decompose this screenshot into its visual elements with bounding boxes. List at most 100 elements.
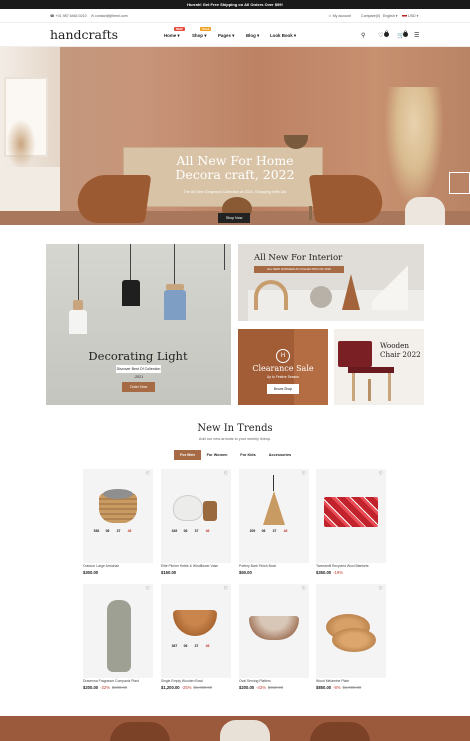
product-image[interactable]: ♡ — [316, 584, 386, 678]
product-card[interactable]: ♡ Wood Melamine Plate $850.00 -8% $1,000.0… — [316, 584, 386, 699]
product-image[interactable]: ♡ — [83, 584, 153, 678]
blanket-image — [324, 497, 378, 527]
sphere-decor-image — [310, 286, 332, 308]
nav-look-book[interactable]: Look Book ▾ — [270, 33, 296, 39]
pampas-image — [384, 87, 444, 207]
sale-badge: SALE — [200, 27, 212, 31]
marble-decor-image — [372, 264, 408, 310]
vase-image — [107, 600, 131, 672]
countdown: 209 06 37 46 — [249, 529, 288, 533]
hero-subtitle: The All New Gorgeous Collection of 2021,… — [183, 190, 287, 194]
handcrafts-logo-mark: H — [276, 349, 290, 363]
product-card[interactable]: ♡ 349 06 37 46 Elite Pitcher Kettle & Windf… — [161, 469, 231, 584]
product-price: $200.00 -43% $350.00 — [239, 685, 284, 690]
product-card[interactable]: ♡ 367 06 37 46 Single Empty Wooden Bowl $1,… — [161, 584, 231, 699]
announcement-text: Hurrah! Get Free Shipping on All Orders … — [187, 2, 283, 7]
trends-subtitle: Add our new arrivals to your weekly line… — [198, 437, 272, 441]
product-image[interactable]: ♡ — [239, 584, 309, 678]
countdown: 367 06 37 46 — [171, 644, 210, 648]
product-name[interactable]: Dravenna Fragrance Compacts Plant — [83, 679, 139, 683]
brows-shop-button[interactable]: Brows Shop — [267, 384, 299, 394]
product-name[interactable]: Tweedmill Recycled Wool Blankets — [316, 564, 369, 568]
nav-pages[interactable]: Pages ▾ — [218, 33, 234, 39]
product-image[interactable]: ♡ 209 06 37 46 — [239, 469, 309, 563]
bottom-banner — [0, 716, 470, 741]
lighting-subtitle: Discover Best Of Collection -2021 — [116, 365, 161, 379]
product-price: $850.00 -8% $1,000.00 — [316, 685, 362, 690]
site-logo[interactable]: handcrafts — [50, 27, 118, 42]
arch-decor-image — [254, 280, 288, 310]
email-link[interactable]: ✉ contact@jthemi.com — [91, 14, 128, 18]
menu-icon[interactable]: ☰ — [414, 32, 419, 39]
nav-shop[interactable]: Shop ▾ SALE — [192, 27, 212, 39]
product-image[interactable]: ♡ 349 06 37 46 — [161, 469, 231, 563]
tab-for-kids[interactable]: For Kids — [236, 450, 260, 460]
interior-banner[interactable]: All New For Interior ALL NEW GORGEOUS CO… — [238, 244, 424, 321]
announcement-bar: Hurrah! Get Free Shipping on All Orders … — [0, 0, 470, 9]
floor-vase-image — [405, 197, 445, 225]
wooden-bowl-image — [173, 610, 217, 636]
flag-icon — [402, 14, 407, 18]
product-image[interactable]: ♡ 367 06 37 46 — [161, 584, 231, 678]
clearance-subtitle: Up to Festive Season — [266, 375, 300, 379]
clearance-title: Clearance Sale — [252, 364, 314, 373]
shop-now-button[interactable]: Shop Now — [218, 213, 250, 223]
wishlist-count: 0 — [384, 31, 389, 37]
product-name[interactable]: Wood Melamine Plate — [316, 679, 349, 683]
product-card[interactable]: ♡ 536 06 37 46 Outdoor Large Armchair $300.… — [83, 469, 153, 584]
tab-accessories[interactable]: Accessories — [265, 450, 295, 460]
tab-for-men[interactable]: For Men — [174, 450, 201, 460]
heart-icon[interactable]: ♡ — [224, 586, 228, 592]
tab-for-women[interactable]: For Women — [204, 450, 230, 460]
account-link[interactable]: ☺ My account — [328, 14, 351, 18]
product-price: $50.00 — [239, 570, 252, 575]
heart-icon[interactable]: ♡ — [224, 471, 228, 477]
language-select[interactable]: English ▾ — [383, 14, 398, 18]
order-now-button[interactable]: Order Now — [122, 382, 155, 392]
heart-icon[interactable]: ♡ — [379, 471, 383, 477]
chair-back-image — [338, 341, 372, 367]
heart-icon[interactable]: ♡ — [146, 471, 150, 477]
product-price: $200.00 -32% $300.00 — [83, 685, 128, 690]
product-image[interactable]: ♡ — [316, 469, 386, 563]
trends-title: New In Trends — [197, 423, 273, 434]
white-lamp-image — [69, 310, 87, 334]
product-image[interactable]: ♡ 536 06 37 46 — [83, 469, 153, 563]
hero-title: All New For Home Decora craft, 2022 — [175, 153, 295, 182]
heart-icon[interactable]: ♡ — [302, 586, 306, 592]
clearance-banner[interactable]: H Clearance Sale Up to Festive Season Br… — [238, 329, 328, 405]
nav-blog[interactable]: Blog ▾ — [246, 33, 259, 39]
chair-right-image — [308, 175, 386, 223]
slide-thumbnail[interactable] — [449, 172, 470, 194]
product-name[interactable]: Oval Serving Platters — [239, 679, 271, 683]
heart-icon[interactable]: ♡ — [302, 471, 306, 477]
countdown: 536 06 37 46 — [93, 529, 132, 533]
product-card[interactable]: ♡ 209 06 37 46 Pottery Bark Finish Bowl $50… — [239, 469, 309, 584]
product-name[interactable]: Single Empty Wooden Bowl — [161, 679, 203, 683]
black-lamp-image — [122, 280, 140, 306]
compare-link[interactable]: Compare(0) — [361, 14, 380, 18]
phone-text: ☎ +01 987 6464 0210 — [50, 14, 87, 18]
lighting-title: Decorating Light — [88, 349, 188, 363]
product-name[interactable]: Elite Pitcher Kettle & Windflower Vase — [161, 564, 218, 568]
interior-subtitle: ALL NEW GORGEOUS COLLECTION OF 2022 — [254, 266, 344, 273]
search-icon[interactable]: ⚲ — [361, 32, 365, 39]
currency-select[interactable]: USD ▾ — [402, 14, 418, 18]
wishlist-icon[interactable]: ♡ — [378, 32, 383, 39]
product-card[interactable]: ♡ Dravenna Fragrance Compacts Plant $200… — [83, 584, 153, 699]
heart-icon[interactable]: ♡ — [146, 586, 150, 592]
wooden-chair-banner[interactable]: Wooden Chair 2022 — [334, 329, 424, 405]
chair-title: Wooden Chair 2022 — [380, 341, 421, 359]
product-name[interactable]: Outdoor Large Armchair — [83, 564, 119, 568]
cone-decor-image — [342, 274, 360, 310]
lighting-banner[interactable]: Decorating Light Discover Best Of Collec… — [46, 244, 231, 405]
nav-home[interactable]: Home ▾ NEW — [164, 27, 185, 39]
product-name[interactable]: Pottery Bark Finish Bowl — [239, 564, 276, 568]
product-card[interactable]: ♡ Tweedmill Recycled Wool Blankets $350.… — [316, 469, 386, 584]
product-card[interactable]: ♡ Oval Serving Platters $200.00 -43% $350.… — [239, 584, 309, 699]
product-price: $300.00 — [83, 570, 99, 575]
product-price: $1,200.00 -25% $1,600.00 — [161, 685, 213, 690]
cart-count: 0 — [403, 31, 408, 37]
heart-icon[interactable]: ♡ — [379, 586, 383, 592]
chair-left-image — [74, 175, 152, 223]
